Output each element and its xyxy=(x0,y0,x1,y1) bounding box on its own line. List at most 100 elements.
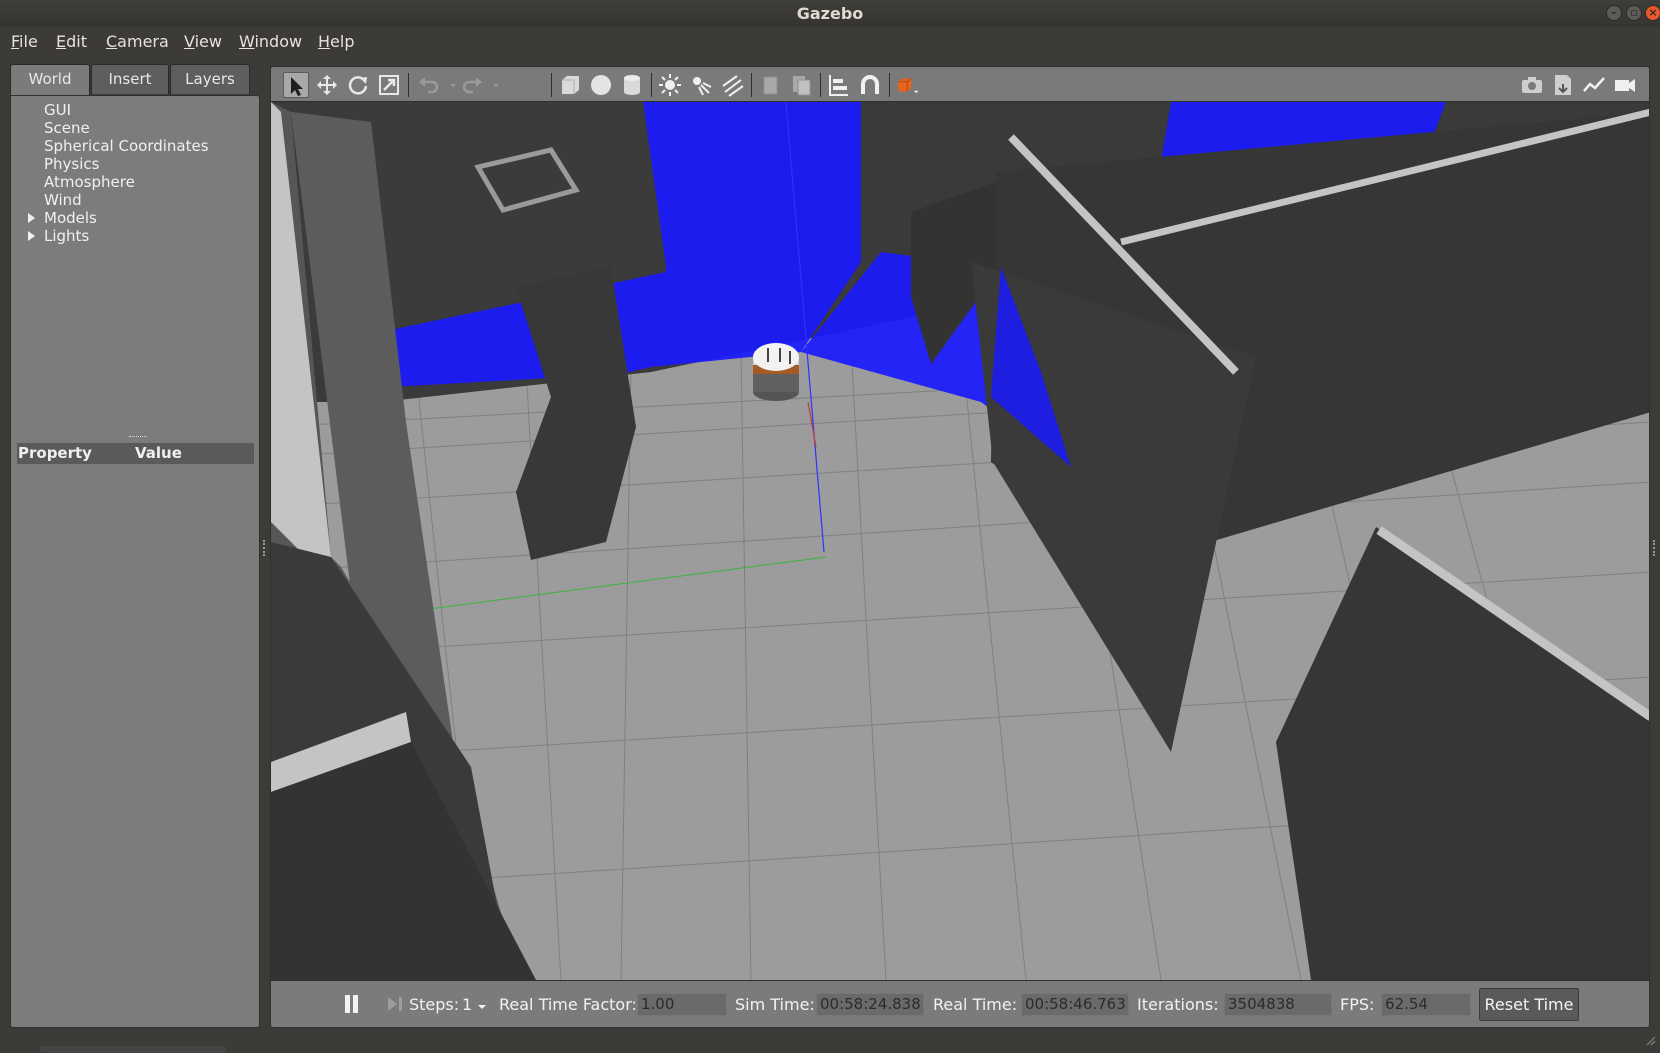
tree-item-wind[interactable]: Wind xyxy=(44,191,82,209)
snap-icon xyxy=(861,75,879,94)
title-bar: Gazebo – ▫ × xyxy=(0,0,1660,27)
change-view-button[interactable] xyxy=(895,72,927,98)
rotate-mode-button[interactable] xyxy=(345,72,371,98)
redo-button[interactable] xyxy=(459,72,485,98)
copy-button[interactable] xyxy=(757,72,783,98)
reset-time-button[interactable]: Reset Time xyxy=(1479,988,1579,1021)
menu-camera-label: amera xyxy=(117,32,169,51)
real-time-label: Real Time: xyxy=(933,995,1018,1014)
steps-dropdown-icon[interactable] xyxy=(477,1003,487,1011)
tree-item-atmosphere[interactable]: Atmosphere xyxy=(44,173,135,191)
undo-button[interactable] xyxy=(416,72,442,98)
plot-button[interactable] xyxy=(1581,72,1607,98)
real-time-field: 00:58:46.763 xyxy=(1021,993,1129,1016)
spot-light-button[interactable] xyxy=(688,72,714,98)
screenshot-camera-icon xyxy=(1522,77,1542,93)
change-view-icon xyxy=(898,78,919,94)
real-time-factor-field: 1.00 xyxy=(637,993,727,1016)
toolbar-separator xyxy=(651,73,652,97)
translate-icon xyxy=(317,75,337,95)
world-tree-pane: GUI Scene Spherical Coordinates Physics … xyxy=(10,95,260,1053)
snap-button[interactable] xyxy=(857,72,883,98)
panel-splitter-handle[interactable] xyxy=(129,436,147,438)
menu-file-mnemonic: F xyxy=(11,32,20,51)
translate-mode-button[interactable] xyxy=(314,72,340,98)
box-shape-icon xyxy=(562,76,579,94)
close-button[interactable]: × xyxy=(1645,5,1660,21)
toolbar-separator xyxy=(408,73,409,97)
steps-value[interactable]: 1 xyxy=(462,995,472,1014)
right-splitter-handle[interactable] xyxy=(1653,540,1655,556)
scene-render xyxy=(271,102,1649,980)
cylinder-shape-icon xyxy=(624,75,640,95)
tree-item-lights[interactable]: Lights xyxy=(44,227,89,245)
menu-help-label: elp xyxy=(330,32,355,51)
log-icon xyxy=(1555,75,1571,95)
maximize-button[interactable]: ▫ xyxy=(1626,5,1642,21)
menu-view[interactable]: View xyxy=(184,32,222,51)
property-table-header: Property Value xyxy=(17,443,254,464)
menu-camera[interactable]: Camera xyxy=(106,32,169,51)
align-icon xyxy=(829,75,848,96)
left-splitter-handle[interactable] xyxy=(263,540,265,556)
menu-help[interactable]: Help xyxy=(318,32,354,51)
menu-file[interactable]: File xyxy=(11,32,38,51)
menu-window[interactable]: Window xyxy=(239,32,302,51)
tab-insert[interactable]: Insert xyxy=(91,64,169,94)
spot-light-icon xyxy=(693,77,712,96)
tree-item-scene[interactable]: Scene xyxy=(44,119,90,137)
iterations-field: 3504838 xyxy=(1224,993,1332,1016)
scale-icon xyxy=(379,75,399,95)
sphere-shape-button[interactable] xyxy=(588,72,614,98)
menu-window-label: indow xyxy=(254,32,303,51)
horizontal-scrollbar[interactable] xyxy=(40,1046,226,1053)
point-light-button[interactable] xyxy=(657,72,683,98)
menu-edit-mnemonic: E xyxy=(56,32,67,51)
rotate-icon xyxy=(348,76,368,95)
copy-icon xyxy=(763,76,778,95)
iterations-label: Iterations: xyxy=(1137,995,1219,1014)
tree-item-models[interactable]: Models xyxy=(44,209,97,227)
close-icon: × xyxy=(1648,6,1658,19)
tab-layers[interactable]: Layers xyxy=(170,64,250,94)
toolbar-separator xyxy=(889,73,890,97)
viewport-toolbar xyxy=(270,66,1650,102)
real-time-factor-label: Real Time Factor: xyxy=(499,995,637,1014)
paste-icon xyxy=(793,76,811,96)
scale-mode-button[interactable] xyxy=(376,72,402,98)
sim-time-field: 00:58:24.838 xyxy=(816,993,924,1016)
resize-grip-icon[interactable] xyxy=(1646,1036,1656,1046)
directional-light-button[interactable] xyxy=(719,72,745,98)
undo-history-dropdown[interactable] xyxy=(440,72,456,98)
step-button[interactable] xyxy=(386,995,404,1013)
cylinder-shape-button[interactable] xyxy=(619,72,645,98)
menu-edit[interactable]: Edit xyxy=(56,32,87,51)
log-button[interactable] xyxy=(1550,72,1576,98)
menu-bar: File Edit Camera View Window Help xyxy=(0,27,1660,55)
select-mode-button[interactable] xyxy=(283,72,309,98)
redo-history-dropdown[interactable] xyxy=(483,72,499,98)
align-button[interactable] xyxy=(826,72,852,98)
chevron-down-icon xyxy=(493,84,499,87)
simulation-status-bar: Steps: 1 Real Time Factor: 1.00 Sim Time… xyxy=(270,980,1650,1028)
screenshot-button[interactable] xyxy=(1519,72,1545,98)
paste-button[interactable] xyxy=(788,72,814,98)
box-shape-button[interactable] xyxy=(557,72,583,98)
3d-viewport[interactable] xyxy=(270,102,1650,980)
steps-label: Steps: xyxy=(409,995,460,1014)
tree-item-spherical-coordinates[interactable]: Spherical Coordinates xyxy=(44,137,209,155)
menu-file-label: ile xyxy=(19,32,38,51)
minimize-icon: – xyxy=(1611,6,1617,19)
pause-button[interactable] xyxy=(343,994,361,1014)
video-record-button[interactable] xyxy=(1612,72,1638,98)
minimize-button[interactable]: – xyxy=(1606,5,1622,21)
menu-camera-mnemonic: C xyxy=(106,32,118,51)
expand-arrow-icon[interactable] xyxy=(28,231,35,241)
expand-arrow-icon[interactable] xyxy=(28,213,35,223)
tree-item-gui[interactable]: GUI xyxy=(44,101,71,119)
toolbar-separator xyxy=(551,73,552,97)
tree-item-physics[interactable]: Physics xyxy=(44,155,99,173)
menu-edit-label: dit xyxy=(66,32,87,51)
sim-time-label: Sim Time: xyxy=(735,995,815,1014)
tab-world[interactable]: World xyxy=(10,64,90,96)
